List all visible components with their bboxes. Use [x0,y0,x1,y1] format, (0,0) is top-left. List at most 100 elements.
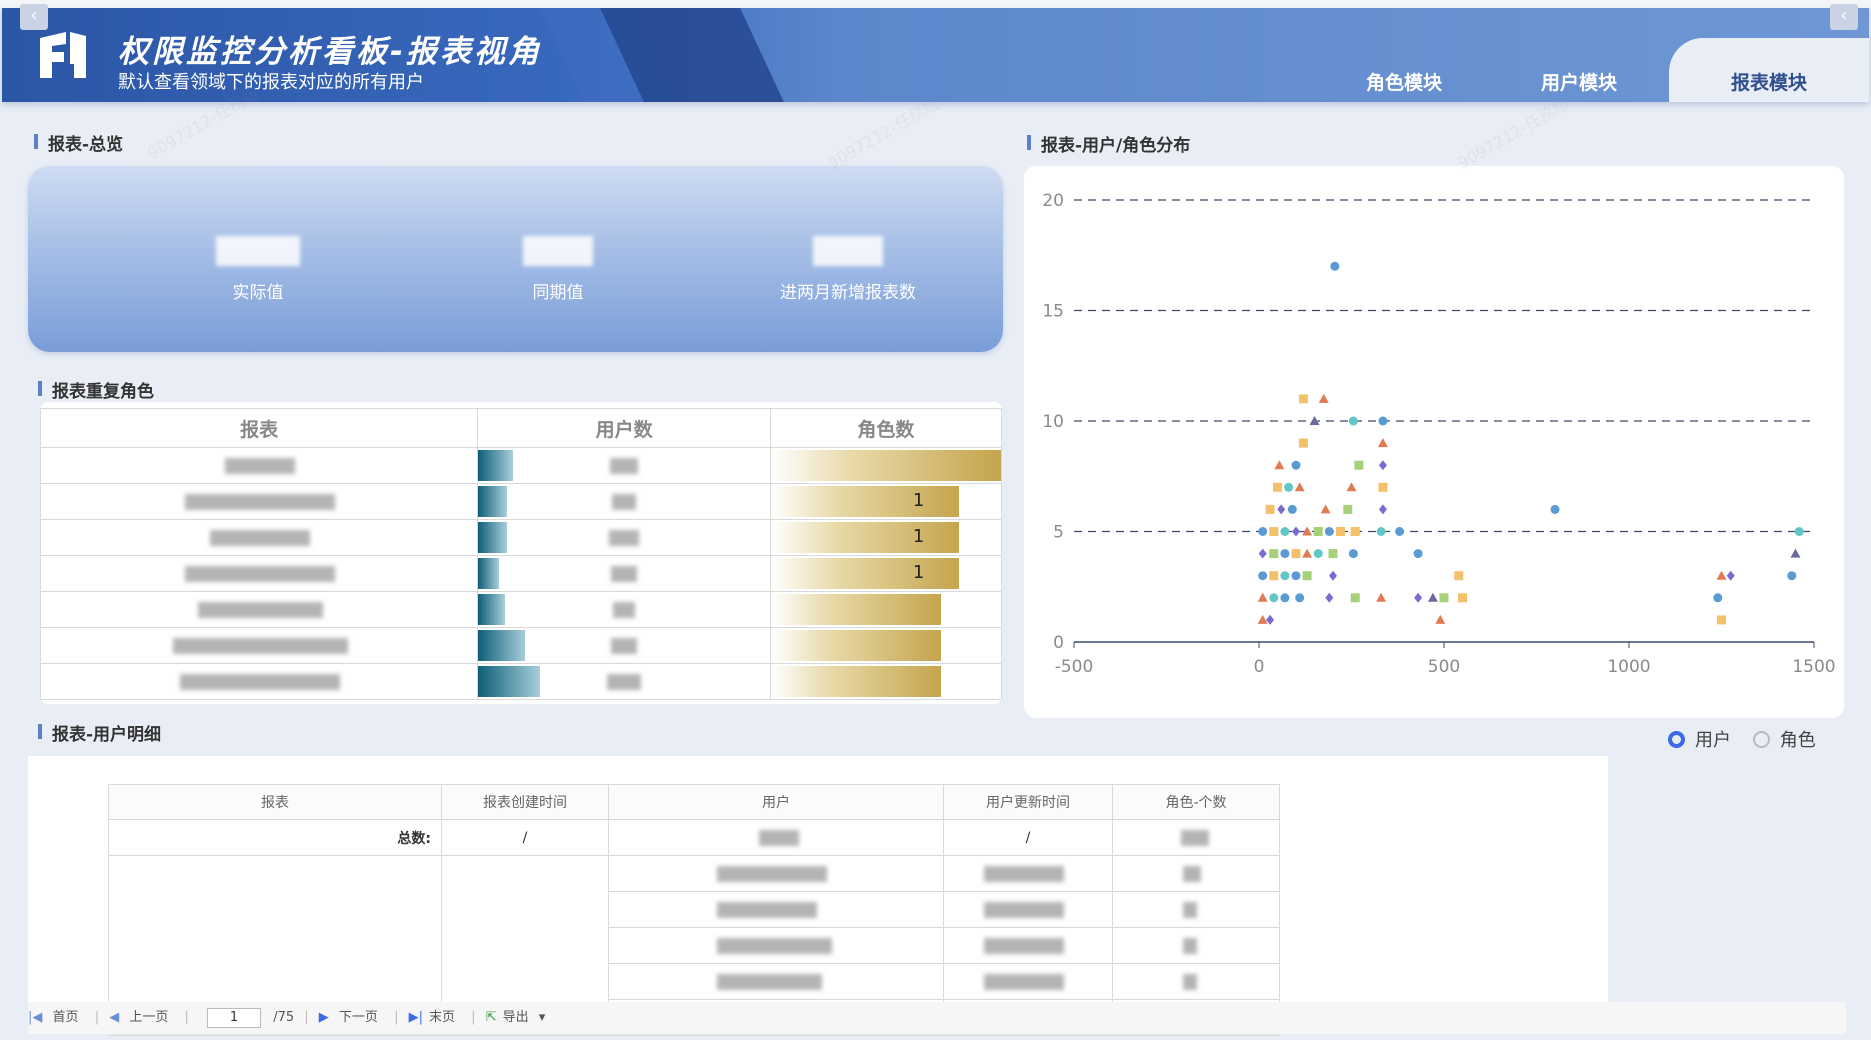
tab-user-module[interactable]: 用户模块 [1494,38,1664,102]
section-title-duplicate-roles: 报表重复角色 [38,377,154,402]
data-point [1292,526,1300,537]
last-page-button[interactable]: ▶| 末页 [409,1010,461,1025]
role-count-bar [770,594,942,625]
data-point [1284,482,1294,492]
metric-label: 同期值 [532,283,584,303]
radio-unselected-icon [1752,731,1770,748]
redacted-value [717,902,817,918]
table-row[interactable] [108,855,1280,1036]
column-header[interactable]: 报表 [40,408,479,448]
distribution-toggle: 用户 角色 [1668,726,1816,752]
total-label: 总数: [108,819,442,856]
table-row[interactable] [40,591,1002,628]
export-button[interactable]: ⇱ 导出 ▾ [486,1010,552,1025]
export-icon: ⇱ [485,1010,497,1025]
radio-label: 用户 [1695,730,1731,751]
table-row[interactable]: 1 [40,555,1002,592]
radio-role[interactable]: 角色 [1752,730,1816,751]
prev-page-button[interactable]: ◀ 上一页 [109,1010,174,1025]
table-row[interactable]: 1 [40,519,1002,556]
update-time-cell [943,963,1113,1000]
data-point [1291,549,1301,559]
first-page-button[interactable]: |◀ 首页 [28,1010,85,1025]
data-point [1280,527,1290,536]
data-point [1313,549,1323,559]
data-point [1269,571,1279,581]
metric-actual: 实际值 [168,236,348,303]
data-point [1295,593,1305,603]
data-point [1302,571,1312,581]
data-point [1378,504,1387,515]
data-point [1269,549,1279,559]
table-row[interactable]: 1 [40,483,1002,520]
data-point [1713,593,1723,603]
data-point [1377,438,1388,448]
data-point [1274,460,1285,470]
table-header-row: 报表 报表创建时间 用户 用户更新时间 角色-个数 [108,784,1280,820]
column-header[interactable]: 角色-个数 [1112,784,1280,820]
data-point [1439,593,1449,603]
role-count-bar [770,486,960,517]
data-point [1716,570,1727,580]
metric-same-period: 同期值 [468,236,648,303]
total-create-time: / [441,819,609,856]
data-point [1550,504,1560,514]
table-row[interactable] [40,627,1002,664]
overview-card: 实际值 同期值 进两月新增报表数 [28,166,1003,352]
table-row[interactable] [40,447,1002,484]
radio-user[interactable]: 用户 [1668,730,1731,751]
update-time-cell [943,891,1113,928]
divider: | [394,1010,399,1025]
redacted-value [607,674,642,690]
data-point [1269,527,1279,536]
user-count-bar [478,522,508,553]
detail-table-card: 报表 报表创建时间 用户 用户更新时间 角色-个数 总数: / / [28,756,1608,1036]
duplicate-roles-table-card: 报表 用户数 角色数 1 1 1 [40,402,1002,704]
role-count-cell [769,663,1002,700]
column-header[interactable]: 报表 [108,784,442,820]
chevron-left-icon[interactable]: ‹ [1830,4,1858,30]
data-point [1350,593,1360,603]
role-count-cell: 1 [769,519,1002,556]
column-header[interactable]: 角色数 [769,408,1002,448]
redacted-value [984,938,1064,954]
data-point [1395,527,1405,536]
report-name-cell [40,483,479,520]
column-header[interactable]: 报表创建时间 [441,784,609,820]
redacted-value [611,638,638,654]
metric-value-redacted [523,236,593,266]
next-page-button[interactable]: ▶ 下一页 [319,1010,384,1025]
redacted-value [609,530,640,546]
data-point [1258,571,1268,581]
data-point [1324,527,1334,536]
page-number-input[interactable]: 1 [207,1007,262,1028]
user-count-bar [478,486,508,517]
table-row[interactable] [40,663,1002,700]
divider: | [471,1010,476,1025]
chevron-left-icon[interactable]: ‹ [20,4,48,30]
data-point [1298,438,1308,448]
user-cell [608,891,944,928]
column-header[interactable]: 用户数 [477,408,771,448]
redacted-value [185,566,335,582]
role-count-value: 1 [912,490,925,511]
user-count-cell [477,555,771,592]
column-header[interactable]: 用户 [608,784,944,820]
metric-label: 进两月新增报表数 [780,283,916,303]
role-count-bar [770,558,960,589]
column-header[interactable]: 用户更新时间 [943,784,1113,820]
redacted-value [717,866,827,882]
tab-role-module[interactable]: 角色模块 [1319,38,1489,102]
tab-report-module[interactable]: 报表模块 [1669,38,1869,102]
table-header-row: 报表 用户数 角色数 [40,408,1002,448]
role-count-value: 1 [912,562,925,583]
scatter-chart: 0 5 10 15 20 -500 0 500 1000 1500 [1042,191,1835,677]
role-count-cell [769,447,1002,484]
user-count-cell [477,627,771,664]
redacted-value [1183,902,1197,918]
data-point [1291,571,1301,581]
section-title-distribution: 报表-用户/角色分布 [1027,131,1190,156]
role-count-bar [770,666,942,697]
redacted-value [613,602,636,618]
user-count-cell [477,591,771,628]
